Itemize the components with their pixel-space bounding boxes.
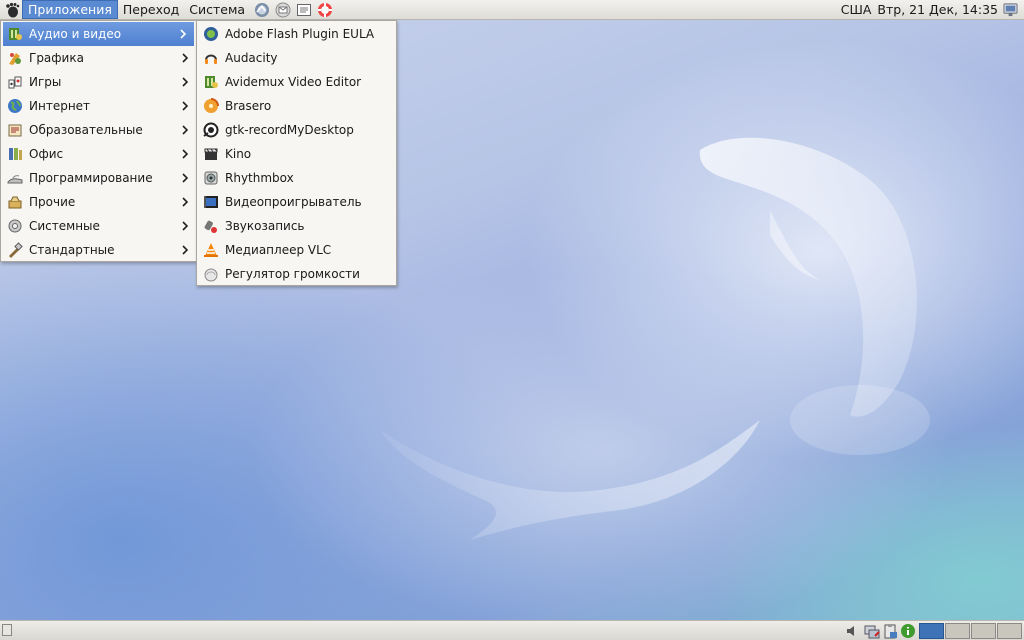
video-player-icon (204, 196, 218, 208)
submenu-item-label: Brasero (225, 99, 272, 113)
update-notifier-icon[interactable] (900, 623, 916, 639)
menu-item-graphics[interactable]: Графика (1, 46, 196, 70)
programming-icon (7, 175, 23, 184)
gnome-foot-icon[interactable] (4, 2, 20, 18)
chevron-right-icon (182, 77, 189, 87)
audacity-icon (205, 54, 217, 64)
submenu-item-flash-eula[interactable]: Adobe Flash Plugin EULA (197, 22, 396, 46)
submenu-item-brasero[interactable]: Brasero (197, 94, 396, 118)
bottom-panel (0, 620, 1024, 640)
audio-video-submenu: Adobe Flash Plugin EULA Audacity Avidemu… (196, 20, 397, 286)
submenu-item-label: Звукозапись (225, 219, 305, 233)
submenu-item-gtk-recordmydesktop[interactable]: gtk-recordMyDesktop (197, 118, 396, 142)
volume-control-icon (204, 268, 218, 282)
menu-item-office[interactable]: Офис (1, 142, 196, 166)
submenu-item-label: Регулятор громкости (225, 267, 360, 281)
clock-area: США Втр, 21 Дек, 14:35 (835, 0, 998, 19)
menu-item-label: Аудио и видео (29, 27, 122, 41)
clock[interactable]: Втр, 21 Дек, 14:35 (877, 2, 998, 17)
internet-icon (8, 99, 22, 113)
submenu-item-audacity[interactable]: Audacity (197, 46, 396, 70)
chevron-right-icon (182, 173, 189, 183)
menu-item-programming[interactable]: Программирование (1, 166, 196, 190)
submenu-item-volume-control[interactable]: Регулятор громкости (197, 262, 396, 286)
top-panel: Приложения Переход Система США Втр, 21 Д… (0, 0, 1024, 20)
show-desktop-button[interactable] (2, 624, 12, 636)
keyboard-layout-indicator[interactable]: США (841, 2, 872, 17)
submenu-item-sound-recorder[interactable]: Звукозапись (197, 214, 396, 238)
menu-item-label: Офис (29, 147, 64, 161)
menu-item-audio-video[interactable]: Аудио и видео (3, 22, 194, 46)
submenu-item-label: Rhythmbox (225, 171, 294, 185)
sound-recorder-icon (204, 220, 217, 233)
submenu-item-label: Avidemux Video Editor (225, 75, 362, 89)
help-icon[interactable] (316, 1, 334, 19)
chevron-right-icon (182, 245, 189, 255)
submenu-item-rhythmbox[interactable]: Rhythmbox (197, 166, 396, 190)
submenu-item-label: Видеопроигрыватель (225, 195, 362, 209)
office-icon (9, 148, 22, 160)
workspace-2[interactable] (945, 623, 970, 639)
menu-item-label: Образовательные (29, 123, 143, 137)
multimedia-icon (9, 28, 22, 40)
chevron-right-icon (182, 53, 189, 63)
places-menu-button[interactable]: Переход (118, 0, 184, 19)
volume-icon[interactable] (844, 623, 860, 639)
applications-menu-button[interactable]: Приложения (22, 0, 118, 19)
avidemux-icon (205, 76, 218, 88)
menu-item-system-tools[interactable]: Системные (1, 214, 196, 238)
menu-item-other[interactable]: Прочие (1, 190, 196, 214)
menu-item-label: Программирование (29, 171, 153, 185)
menu-item-label: Игры (29, 75, 62, 89)
chevron-right-icon (182, 125, 189, 135)
education-icon (8, 124, 22, 137)
system-tools-icon (8, 219, 22, 233)
submenu-item-label: gtk-recordMyDesktop (225, 123, 354, 137)
chevron-right-icon (182, 149, 189, 159)
clipboard-icon[interactable] (882, 623, 898, 639)
chevron-right-icon (182, 197, 189, 207)
system-menu-button[interactable]: Система (184, 0, 250, 19)
chevron-right-icon (182, 221, 189, 231)
workspace-1[interactable] (919, 623, 944, 639)
network-manager-icon[interactable] (864, 623, 880, 639)
mail-icon[interactable] (274, 1, 292, 19)
menu-item-education[interactable]: Образовательные (1, 118, 196, 142)
other-icon (8, 196, 22, 209)
menu-item-label: Системные (29, 219, 100, 233)
graphics-icon (9, 53, 21, 65)
applications-menu: Аудио и видео Графика Игры Интернет Обра… (0, 20, 197, 262)
rhythmbox-icon (204, 171, 218, 185)
submenu-item-video-player[interactable]: Видеопроигрыватель (197, 190, 396, 214)
submenu-item-label: Kino (225, 147, 252, 161)
chevron-right-icon (180, 29, 187, 39)
record-desktop-icon (203, 122, 219, 138)
menu-item-games[interactable]: Игры (1, 70, 196, 94)
submenu-item-label: Audacity (225, 51, 278, 65)
submenu-item-kino[interactable]: Kino (197, 142, 396, 166)
submenu-item-label: Adobe Flash Plugin EULA (225, 27, 375, 41)
network-icon[interactable] (1003, 2, 1018, 17)
workspace-4[interactable] (997, 623, 1022, 639)
vlc-icon (204, 243, 218, 257)
menu-item-label: Прочие (29, 195, 76, 209)
menu-item-accessories[interactable]: Стандартные (1, 238, 196, 262)
chevron-right-icon (182, 101, 189, 111)
brasero-icon (204, 98, 219, 113)
text-editor-icon[interactable] (295, 1, 313, 19)
menu-item-internet[interactable]: Интернет (1, 94, 196, 118)
flash-plugin-icon (204, 27, 218, 41)
menu-item-label: Интернет (29, 99, 91, 113)
submenu-item-vlc[interactable]: Медиаплеер VLC (197, 238, 396, 262)
workspace-3[interactable] (971, 623, 996, 639)
games-icon (8, 76, 22, 89)
web-browser-icon[interactable] (253, 1, 271, 19)
submenu-item-label: Медиаплеер VLC (225, 243, 332, 257)
kino-icon (204, 148, 218, 160)
menu-item-label: Стандартные (29, 243, 115, 257)
accessories-icon (9, 242, 23, 258)
submenu-item-avidemux[interactable]: Avidemux Video Editor (197, 70, 396, 94)
menu-item-label: Графика (29, 51, 84, 65)
workspace-switcher (918, 623, 1022, 639)
